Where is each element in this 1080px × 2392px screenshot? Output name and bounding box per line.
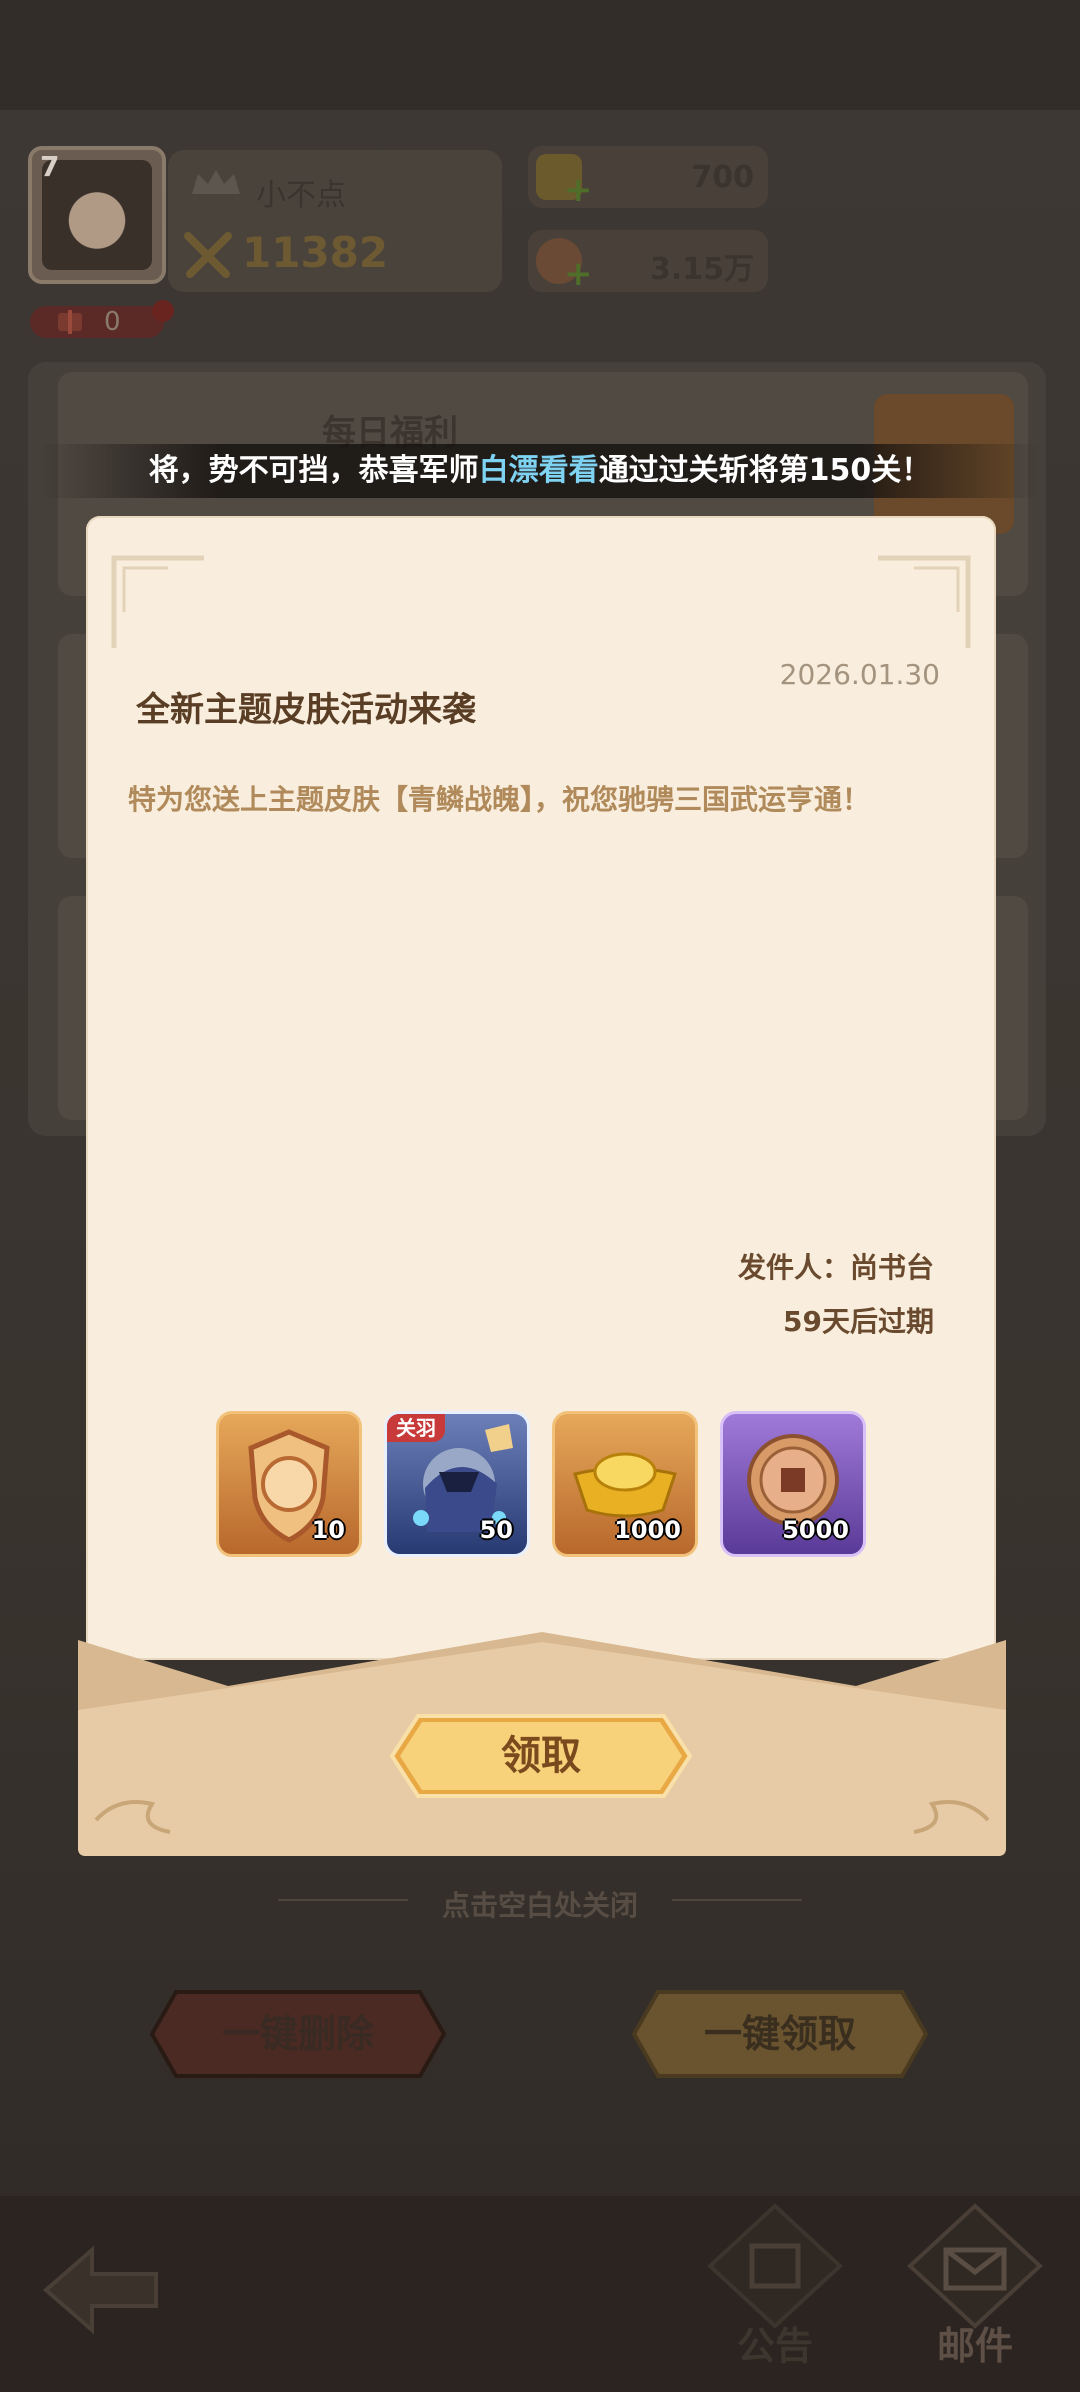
player-name: 小不点	[256, 178, 346, 213]
reward-item[interactable]: 10	[216, 1411, 362, 1557]
mail-sender: 发件人：尚书台	[737, 1251, 934, 1284]
mail-envelope-icon	[907, 2203, 1043, 2329]
coin-resource[interactable]: + 3.15万	[528, 230, 768, 294]
reward-quantity: 50	[479, 1516, 513, 1544]
mail-tab[interactable]: 邮件	[900, 2200, 1050, 2370]
mail-tab-label: 邮件	[936, 2324, 1013, 2368]
claim-button-label: 领取	[501, 1733, 581, 1779]
broadcast-text: 将，势不可挡，恭喜军师白漂看看通过过关斩将第150关！	[40, 444, 1040, 498]
reward-quantity: 10	[311, 1516, 345, 1544]
broadcast-banner: 将，势不可挡，恭喜军师白漂看看通过过关斩将第150关！	[40, 444, 1040, 498]
reward-item[interactable]: 5000	[720, 1411, 866, 1557]
flag-counter[interactable]: 0	[30, 306, 164, 338]
mail-detail-modal: 2026.01.30 全新主题皮肤活动来袭 特为您送上主题皮肤【青鳞战魄】，祝您…	[78, 516, 1006, 1856]
notice-tab-label: 公告	[736, 2324, 813, 2368]
hero-name-tag: 关羽	[387, 1414, 445, 1442]
delete-all-label: 一键删除	[221, 2012, 374, 2056]
reward-item[interactable]: 1000	[552, 1411, 698, 1557]
claim-all-label: 一键领取	[703, 2012, 856, 2056]
player-level: 7	[40, 150, 60, 183]
corner-ornament-icon	[111, 555, 204, 648]
coin-amount: 3.15万	[649, 252, 754, 287]
gold-amount: 700	[691, 160, 754, 195]
reward-quantity: 1000	[614, 1516, 681, 1544]
flag-count: 0	[104, 307, 121, 337]
notice-tab[interactable]: 公告	[700, 2200, 850, 2370]
close-hint: 点击空白处关闭	[441, 1889, 638, 1922]
claim-all-button[interactable]: 一键领取	[631, 1988, 929, 2080]
broadcast-prefix: 将，势不可挡，恭喜军师	[148, 453, 479, 488]
mail-body: 特为您送上主题皮肤【青鳞战魄】，祝您驰骋三国武运亨通！	[128, 783, 871, 816]
claim-button[interactable]: 领取	[388, 1710, 694, 1802]
notice-board-icon	[707, 2203, 843, 2329]
crown-icon	[192, 170, 240, 194]
flag-icon	[58, 310, 82, 334]
reward-quantity: 5000	[782, 1516, 849, 1544]
mail-expiry: 59天后过期	[783, 1305, 934, 1338]
add-coin-icon[interactable]: +	[564, 254, 593, 294]
add-gold-icon[interactable]: +	[564, 170, 593, 210]
broadcast-suffix: 通过过关斩将第150关！	[598, 453, 932, 488]
combat-power: 11382	[242, 228, 389, 277]
back-arrow-icon[interactable]	[36, 2240, 166, 2340]
broadcast-player-name: 白漂看看	[478, 453, 599, 488]
red-dot-badge	[152, 300, 174, 322]
gold-resource[interactable]: + 700	[528, 146, 768, 210]
reward-item[interactable]: 关羽 50	[384, 1411, 530, 1557]
delete-all-button[interactable]: 一键删除	[149, 1988, 447, 2080]
crossed-swords-icon	[184, 232, 232, 278]
status-bar	[0, 0, 1080, 110]
corner-ornament-icon	[878, 555, 971, 648]
mail-title: 全新主题皮肤活动来袭	[136, 690, 476, 730]
